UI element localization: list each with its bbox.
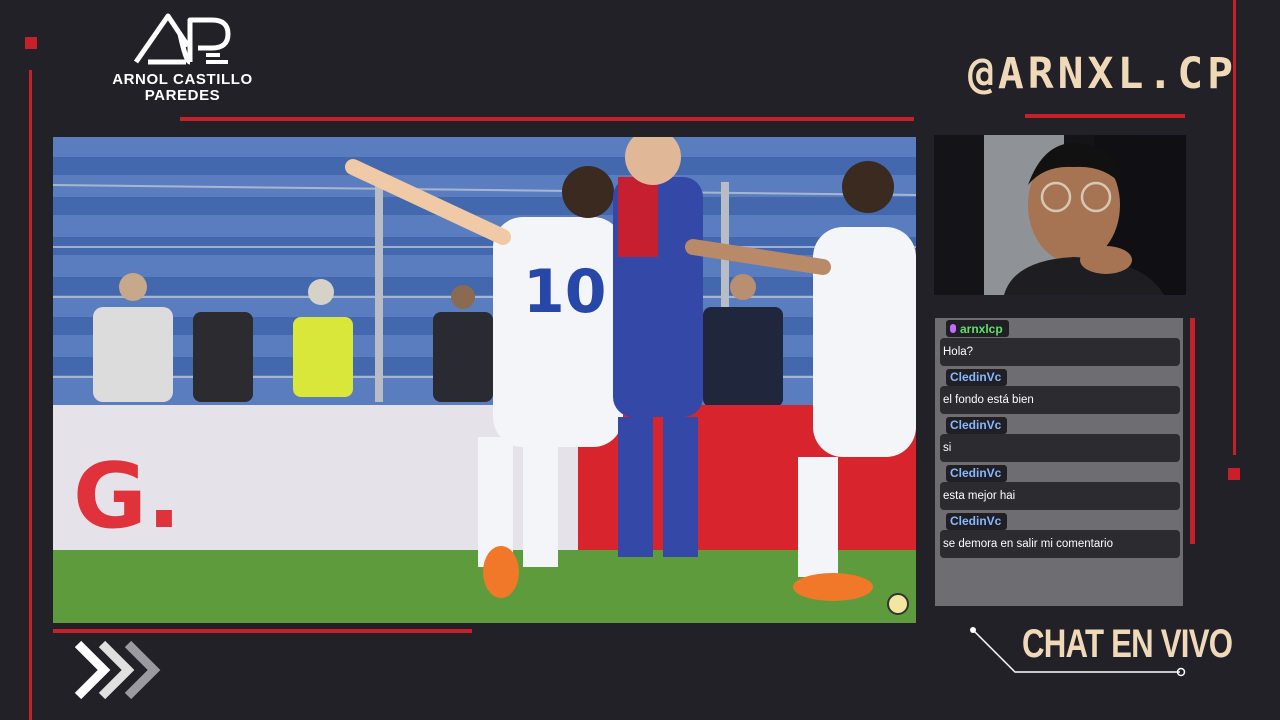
mic-icon bbox=[950, 324, 956, 333]
chat-username[interactable]: CledinVc bbox=[946, 416, 1008, 434]
handle-underline bbox=[1025, 114, 1185, 118]
chat-username[interactable]: CledinVc bbox=[946, 368, 1008, 386]
triple-chevron-right-icon bbox=[74, 640, 170, 700]
chat-message: arnxlcp Hola? bbox=[935, 320, 1183, 366]
social-handle: @ARNXL.CP bbox=[968, 49, 1237, 99]
chat-username[interactable]: CledinVc bbox=[946, 464, 1008, 482]
chat-message: CledinVc esta mejor hai bbox=[935, 464, 1183, 510]
chat-live-label: CHAT EN VIVO bbox=[970, 620, 1233, 680]
chat-username-text: CledinVc bbox=[950, 466, 1002, 480]
svg-text:10: 10 bbox=[523, 257, 607, 327]
chat-accent-bar bbox=[1190, 318, 1195, 544]
chat-username[interactable]: CledinVc bbox=[946, 512, 1008, 530]
live-chat-panel: arnxlcp Hola? CledinVc el fondo está bie… bbox=[935, 318, 1183, 606]
chat-username-text: arnxlcp bbox=[960, 321, 1003, 336]
streamer-camera bbox=[934, 135, 1186, 295]
chat-message-text: esta mejor hai bbox=[940, 482, 1180, 510]
chat-username-text: CledinVc bbox=[950, 514, 1002, 528]
bottom-divider bbox=[53, 629, 472, 633]
chat-message-text: el fondo está bien bbox=[940, 386, 1180, 414]
ap-logo-icon bbox=[133, 13, 230, 65]
chat-username-text: CledinVc bbox=[950, 418, 1002, 432]
chat-username[interactable]: arnxlcp bbox=[946, 320, 1009, 337]
chat-message: CledinVc si bbox=[935, 416, 1183, 462]
video-feed: G. 10 bbox=[53, 137, 916, 623]
top-divider bbox=[180, 117, 914, 121]
chat-message: CledinVc se demora en salir mi comentari… bbox=[935, 512, 1183, 558]
corner-square bbox=[25, 37, 37, 49]
brand-logo: ARNOL CASTILLO PAREDES bbox=[105, 10, 260, 110]
chat-message-text: Hola? bbox=[940, 338, 1180, 366]
chat-message: CledinVc el fondo está bien bbox=[935, 368, 1183, 414]
side-square bbox=[1228, 468, 1240, 480]
football-match-scene: G. 10 bbox=[53, 137, 916, 623]
chat-message-text: se demora en salir mi comentario bbox=[940, 530, 1180, 558]
svg-text:G.: G. bbox=[73, 444, 181, 549]
brand-name-line1: ARNOL CASTILLO bbox=[112, 71, 253, 88]
left-accent-line bbox=[29, 70, 32, 720]
chat-username-text: CledinVc bbox=[950, 370, 1002, 384]
webcam-feed bbox=[934, 135, 1186, 295]
chat-live-title: CHAT EN VIVO bbox=[1022, 622, 1233, 666]
chat-message-text: si bbox=[940, 434, 1180, 462]
brand-name-line2: PAREDES bbox=[144, 87, 221, 104]
